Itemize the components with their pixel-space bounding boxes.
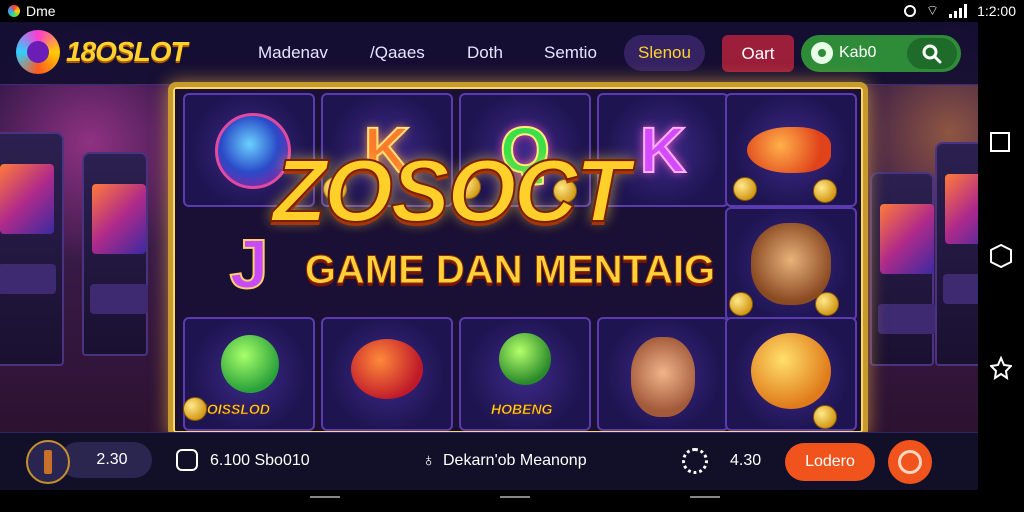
bet-value: 4.30 (730, 452, 762, 469)
hero-subtitle: GAME DAN MENTAIG (304, 248, 716, 293)
reel-cell-r3c4 (597, 317, 729, 431)
nav-item-highlight[interactable]: Slenou (624, 35, 705, 71)
reel-cell-r3c3: HOBENG (459, 317, 591, 431)
coin-icon (815, 292, 839, 316)
logo-text: 18OSLOT (66, 36, 188, 67)
load-button[interactable]: Lodero (785, 443, 875, 481)
nav-hint-icon (690, 496, 720, 506)
game-app: 18OSLOT Madenav /Qaaes Doth Semtio Sleno… (0, 22, 978, 490)
search-button[interactable] (907, 38, 957, 69)
coin-icon (813, 405, 837, 429)
fruit-creature-symbol-icon (751, 333, 831, 409)
reel-label-1: IOISSLOD (203, 401, 270, 418)
green-account-pill[interactable]: Kab0 (801, 35, 961, 72)
arcade-machine-right-2 (935, 142, 978, 366)
coin-icon (183, 397, 207, 421)
wallet-icon (176, 449, 198, 471)
bottom-bar: 2.30 6.100 Sbo010 ♁ Dekarn'ob Meanonp 4.… (0, 432, 978, 490)
search-icon (922, 44, 942, 63)
signal-icon (949, 4, 968, 18)
coin-icon (813, 179, 837, 203)
arcade-machine-left (0, 132, 64, 366)
nav-item-3[interactable]: Doth (467, 43, 503, 63)
recent-apps-icon[interactable] (990, 132, 1010, 152)
coins-value: 6.100 Sbo010 (210, 452, 310, 469)
status-bar: Dme ⌔ 1:2:00 (0, 0, 1024, 22)
spin-icon (898, 450, 922, 474)
leaf-symbol-icon (499, 333, 551, 385)
orb-symbol-icon (221, 335, 279, 393)
reel-cell-r3c2 (321, 317, 453, 431)
nav-item-4[interactable]: Semtio (544, 43, 597, 63)
chili-symbol-icon (351, 339, 423, 399)
red-action-button[interactable]: Oart (722, 35, 794, 72)
green-pill-label: Kab0 (839, 44, 877, 61)
wifi-icon: ⌔ (925, 2, 940, 18)
app-status-icon (8, 5, 20, 17)
center-status-text: Dekarn'ob Meanonp (443, 452, 587, 469)
nav-item-1[interactable]: Madenav (258, 43, 328, 63)
reel-label-2: HOBENG (491, 401, 553, 418)
arcade-machine-right (870, 172, 936, 366)
info-icon: ♁ (422, 450, 436, 470)
nav-item-2[interactable]: /Qaaes (370, 43, 425, 63)
back-icon[interactable] (990, 356, 1012, 380)
lion-symbol-icon (751, 223, 831, 305)
coin-icon (733, 177, 757, 201)
top-nav: 18OSLOT Madenav /Qaaes Doth Semtio Sleno… (0, 22, 978, 85)
settings-gear-icon[interactable] (682, 448, 708, 474)
status-left-text: Dme (26, 3, 56, 19)
avatar[interactable] (26, 440, 70, 484)
nav-hint-icon (500, 496, 530, 506)
pepper-symbol-icon (747, 127, 831, 173)
target-icon (903, 5, 916, 17)
hero-title: ZOSOCT (272, 140, 631, 241)
bottom-system-strip (0, 490, 1024, 512)
system-nav-bar (978, 22, 1024, 490)
nav-hint-icon (310, 496, 340, 506)
gear-icon (811, 42, 833, 64)
home-icon[interactable] (990, 244, 1012, 268)
coin-icon (729, 292, 753, 316)
balance-pill[interactable]: 2.30 (60, 442, 152, 478)
spin-button[interactable] (888, 440, 932, 484)
logo-badge-icon (16, 30, 60, 74)
pirate-symbol-icon (631, 337, 695, 417)
status-time: 1:2:00 (977, 3, 1016, 19)
reel-cell-r3c5 (725, 317, 857, 431)
arcade-machine-left-2 (82, 152, 148, 356)
site-logo[interactable]: 18OSLOT (16, 30, 188, 74)
